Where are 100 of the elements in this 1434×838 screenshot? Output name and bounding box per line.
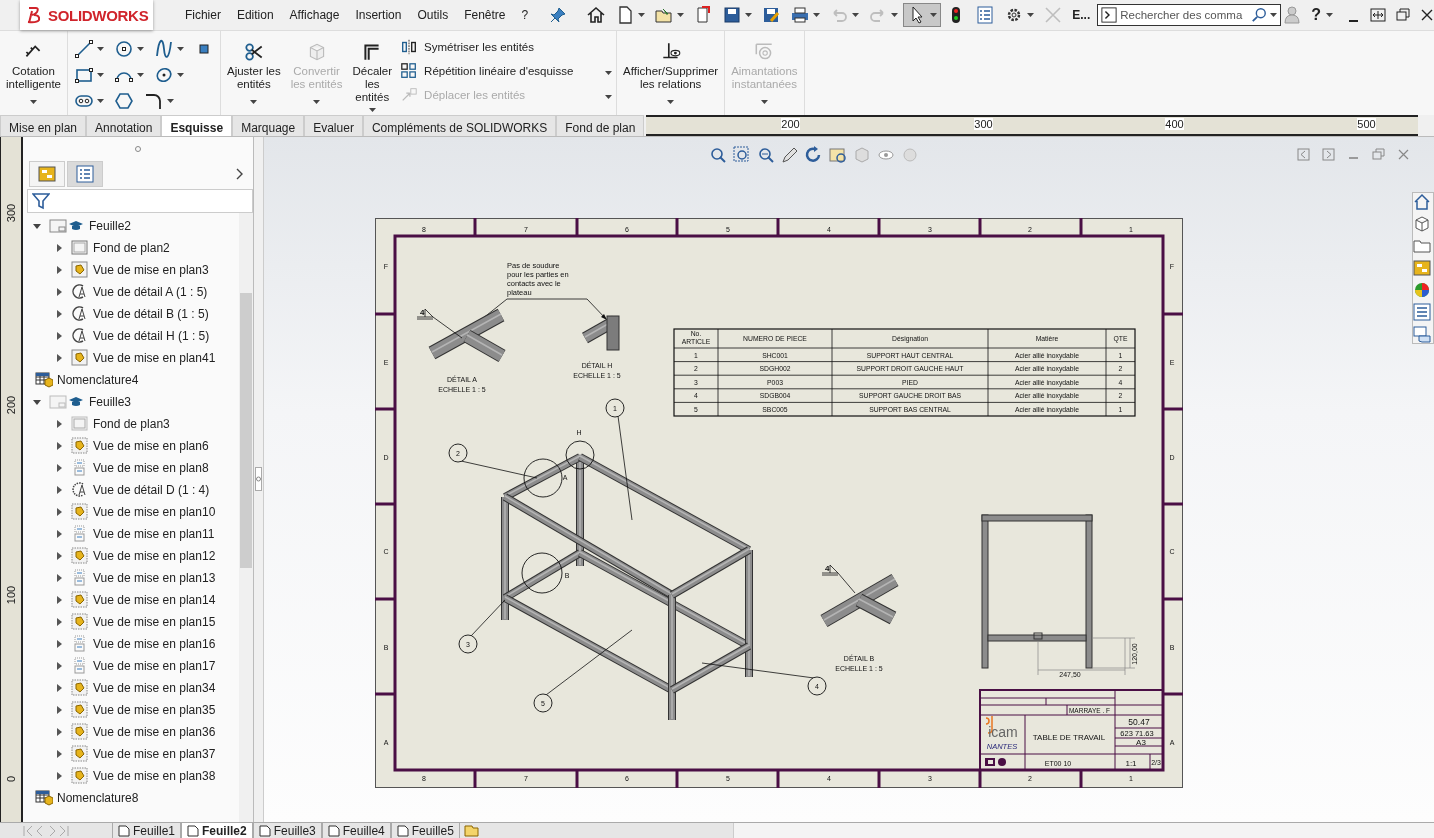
menu-item[interactable]: Fichier xyxy=(176,8,229,22)
ribbon-tab[interactable]: Marquage xyxy=(232,115,305,136)
expand-arrow-icon[interactable] xyxy=(55,640,63,648)
caret-icon[interactable] xyxy=(30,100,37,104)
caret-icon[interactable] xyxy=(97,47,104,51)
expand-arrow-icon[interactable] xyxy=(55,662,63,670)
tree-item[interactable]: Vue de détail H (1 : 5) xyxy=(93,329,210,343)
caret-icon[interactable] xyxy=(1270,13,1278,17)
expand-arrow-icon[interactable] xyxy=(55,728,63,736)
expand-arrow-icon[interactable] xyxy=(55,266,63,274)
ribbon-tab[interactable]: Evaluer xyxy=(304,115,363,136)
caret-icon[interactable] xyxy=(605,71,613,75)
tree-item[interactable]: Nomenclature8 xyxy=(57,791,139,805)
tree-item[interactable]: Fond de plan2 xyxy=(93,241,170,255)
menu-item[interactable]: Outils xyxy=(409,8,457,22)
menu-item[interactable]: ? xyxy=(513,8,537,22)
expand-arrow-icon[interactable] xyxy=(55,464,63,472)
ribbon-tab[interactable]: Esquisse xyxy=(161,115,233,136)
search-box[interactable]: Rechercher des comma xyxy=(1097,4,1282,26)
menu-item[interactable]: Edition xyxy=(228,8,282,22)
caret-icon[interactable] xyxy=(368,108,376,112)
sheet-tab[interactable]: Feuille2 xyxy=(181,823,253,838)
tree-item[interactable]: Nomenclature4 xyxy=(57,373,139,387)
caret-icon[interactable] xyxy=(1326,13,1333,17)
ribbon-tab[interactable]: Fond de plan xyxy=(556,115,645,136)
tree-item[interactable]: Vue de mise en plan16 xyxy=(93,637,216,651)
expand-arrow-icon[interactable] xyxy=(55,596,63,604)
expand-arrow-icon[interactable] xyxy=(55,772,63,780)
sheet-tab[interactable]: Feuille3 xyxy=(252,823,322,838)
tree-item[interactable]: Vue de mise en plan6 xyxy=(93,439,209,453)
pencil-icon[interactable] xyxy=(781,146,799,164)
zoom-previous-icon[interactable] xyxy=(757,146,775,164)
caret-icon[interactable] xyxy=(1027,13,1035,17)
expand-arrow-icon[interactable] xyxy=(55,684,63,692)
expand-arrow-icon[interactable] xyxy=(55,310,63,318)
caret-icon[interactable] xyxy=(177,73,184,77)
window-zoom-icon[interactable] xyxy=(829,146,847,164)
caret-icon[interactable] xyxy=(97,73,104,77)
caret-icon[interactable] xyxy=(930,13,938,17)
tree-item[interactable]: Vue de mise en plan34 xyxy=(93,681,216,695)
fit-window-icon[interactable] xyxy=(1370,7,1386,23)
caret-icon[interactable] xyxy=(137,47,144,51)
sketch-tool-button[interactable] xyxy=(72,37,106,61)
tree-item[interactable]: Vue de mise en plan38 xyxy=(93,769,216,783)
tree-item[interactable]: Vue de mise en plan41 xyxy=(93,351,216,365)
expand-arrow-icon[interactable] xyxy=(55,508,63,516)
tree-item[interactable]: Vue de mise en plan11 xyxy=(93,527,215,541)
tree-item[interactable]: Fond de plan3 xyxy=(93,417,170,431)
expand-arrow-icon[interactable] xyxy=(55,618,63,626)
caret-icon[interactable] xyxy=(677,13,685,17)
folder-icon[interactable] xyxy=(1413,237,1431,255)
ribbon-command[interactable]: Symétriser les entités xyxy=(400,37,613,57)
tree-item[interactable]: Vue de mise en plan35 xyxy=(93,703,216,717)
caret-icon[interactable] xyxy=(745,13,753,17)
tree-item[interactable]: Vue de mise en plan8 xyxy=(93,461,209,475)
scrollbar[interactable] xyxy=(733,823,1434,838)
menu-item[interactable]: Affichage xyxy=(281,8,348,22)
tree-item[interactable]: Feuille2 xyxy=(89,219,132,233)
zoom-area-icon[interactable] xyxy=(733,146,751,164)
tree-item[interactable]: Feuille3 xyxy=(89,395,132,409)
list-icon[interactable] xyxy=(1413,303,1431,321)
caret-icon[interactable] xyxy=(97,99,104,103)
tree-item[interactable]: Vue de détail B (1 : 5) xyxy=(93,307,209,321)
tree-item[interactable]: Vue de détail A (1 : 5) xyxy=(93,285,208,299)
tree-item[interactable]: Vue de mise en plan17 xyxy=(93,659,216,673)
caret-icon[interactable] xyxy=(667,100,675,104)
expand-arrow-icon[interactable] xyxy=(55,530,63,538)
ribbon-tab[interactable]: Annotation xyxy=(86,115,162,136)
tree-item[interactable]: Vue de détail D (1 : 4) xyxy=(93,483,210,497)
scrollbar[interactable] xyxy=(239,213,253,822)
chevron-right-icon[interactable] xyxy=(235,168,245,180)
caret-icon[interactable] xyxy=(177,47,184,51)
ribbon-command[interactable]: Répétition linéaire d'esquisse xyxy=(400,61,613,81)
splitter-handle-icon[interactable] xyxy=(255,467,262,491)
expand-arrow-icon[interactable] xyxy=(55,486,63,494)
expand-arrow-icon[interactable] xyxy=(55,574,63,582)
tree-item[interactable]: Vue de mise en plan14 xyxy=(93,593,216,607)
panel-tab[interactable] xyxy=(67,161,103,187)
collapse-arrow-icon[interactable] xyxy=(33,222,41,230)
expand-arrow-icon[interactable] xyxy=(55,420,63,428)
ribbon-tab[interactable]: Compléments de SOLIDWORKS xyxy=(362,115,557,136)
caret-icon[interactable] xyxy=(167,99,174,103)
toolbar-overflow[interactable]: E... xyxy=(1072,8,1091,22)
menu-item[interactable]: Insertion xyxy=(347,8,410,22)
sheet-tab[interactable]: Feuille4 xyxy=(321,823,391,838)
zoom-fit-icon[interactable] xyxy=(709,146,727,164)
panel-tab[interactable] xyxy=(29,161,65,187)
color-wheel-icon[interactable] xyxy=(1413,281,1431,299)
collapse-arrow-icon[interactable] xyxy=(33,398,41,406)
home-icon[interactable] xyxy=(1413,193,1431,211)
expand-arrow-icon[interactable] xyxy=(55,442,63,450)
expand-arrow-icon[interactable] xyxy=(55,244,63,252)
tree-item[interactable]: Vue de mise en plan13 xyxy=(93,571,216,585)
ribbon-button[interactable]: Décaler les entités xyxy=(350,35,395,115)
ribbon-button[interactable]: Afficher/Supprimer les relations xyxy=(621,35,721,115)
caret-icon[interactable] xyxy=(638,13,646,17)
caret-icon[interactable] xyxy=(813,13,821,17)
help-button[interactable]: ? xyxy=(1311,6,1321,24)
expand-arrow-icon[interactable] xyxy=(55,354,63,362)
expand-arrow-icon[interactable] xyxy=(55,750,63,758)
